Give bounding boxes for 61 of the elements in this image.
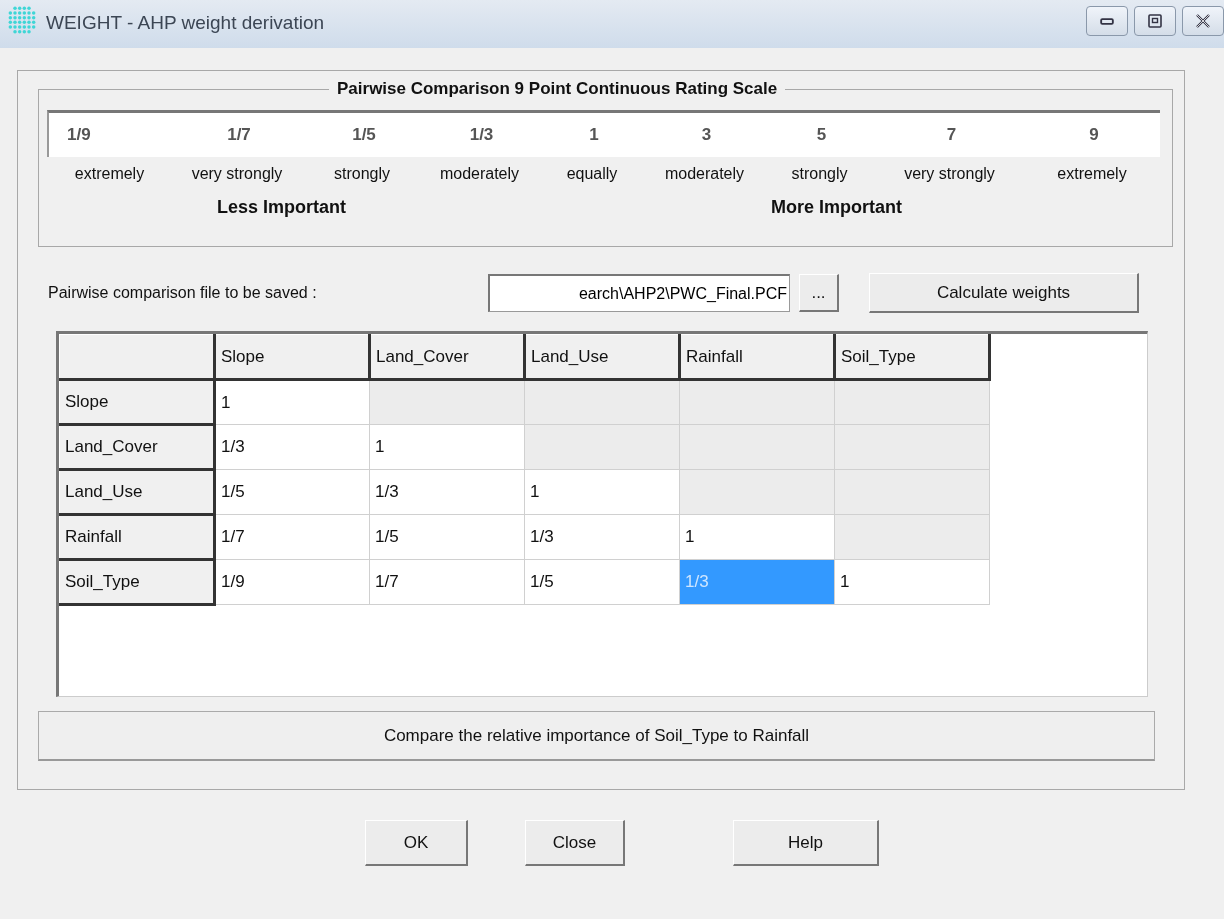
grid-cell[interactable]: 1 (214, 379, 370, 425)
more-important-label: More Important (771, 197, 903, 218)
grid-cell[interactable]: 1/5 (214, 469, 370, 515)
scale-value: 1/7 (227, 125, 251, 145)
row-header: Rainfall (59, 514, 215, 560)
scale-label: equally (566, 165, 618, 183)
grid-cell[interactable]: 1/5 (524, 559, 680, 605)
file-label: Pairwise comparison file to be saved : (48, 284, 318, 302)
help-button[interactable]: Help (733, 820, 879, 866)
scale-label: strongly (791, 165, 848, 183)
ok-button[interactable]: OK (365, 820, 468, 866)
column-header: Land_Use (524, 334, 680, 380)
grid-cell[interactable]: 1/3 (524, 514, 680, 560)
grid-cell[interactable]: 1/9 (214, 559, 370, 605)
scale-value: 5 (816, 125, 827, 145)
row-header: Slope (59, 379, 215, 425)
browse-button[interactable]: ... (799, 274, 839, 312)
scale-label: extremely (1057, 165, 1127, 183)
maximize-icon (1146, 12, 1164, 30)
maximize-button[interactable] (1134, 6, 1176, 36)
minimize-icon (1100, 17, 1114, 25)
scale-label: very strongly (904, 165, 995, 183)
scale-value: 1 (589, 125, 599, 145)
column-header: Rainfall (679, 334, 835, 380)
group-title: Pairwise Comparison 9 Point Continuous Rating Scale (329, 79, 786, 99)
grid-cell[interactable]: 1/3 (369, 469, 525, 515)
close-button[interactable] (1182, 6, 1224, 36)
scale-label: moderately (664, 165, 745, 183)
grid-cell[interactable]: 1 (679, 514, 835, 560)
row-header: Soil_Type (59, 559, 215, 605)
grid-cell[interactable]: 1 (524, 469, 680, 515)
scale-value: 7 (946, 125, 957, 145)
scale-value: 1/9 (67, 125, 91, 145)
grid-cell[interactable]: 1/5 (369, 514, 525, 560)
scale-label: moderately (439, 165, 520, 183)
minimize-button[interactable] (1086, 6, 1128, 36)
file-path-field[interactable]: earch\AHP2\PWC_Final.PCF (488, 274, 790, 312)
scale-value: 1/5 (352, 125, 376, 145)
scale-label: very strongly (191, 165, 283, 183)
close-button[interactable]: Close (525, 820, 625, 866)
grid-cell[interactable]: 1 (369, 424, 525, 470)
status-message: Compare the relative importance of Soil_Type to Rainfall (38, 711, 1155, 761)
row-header: Land_Use (59, 469, 215, 515)
column-header: Soil_Type (834, 334, 990, 380)
window-title: WEIGHT - AHP weight derivation (46, 12, 325, 34)
scale-label: extremely (74, 165, 145, 183)
grid-cell[interactable]: 1/3 (214, 424, 370, 470)
grid-cell[interactable]: 1/7 (214, 514, 370, 560)
scale-value: 1/3 (469, 125, 494, 145)
grid-cell[interactable]: 1/7 (369, 559, 525, 605)
calculate-weights-button[interactable]: Calculate weights (869, 273, 1139, 313)
close-icon (1194, 12, 1212, 30)
scale-value: 3 (701, 125, 712, 145)
app-icon (8, 6, 36, 34)
scale-value: 9 (1089, 125, 1099, 145)
scale-label: strongly (334, 165, 390, 183)
row-header: Land_Cover (59, 424, 215, 470)
grid-cell[interactable]: 1 (834, 559, 990, 605)
column-header: Land_Cover (369, 334, 525, 380)
less-important-label: Less Important (217, 197, 347, 218)
column-header: Slope (214, 334, 370, 380)
